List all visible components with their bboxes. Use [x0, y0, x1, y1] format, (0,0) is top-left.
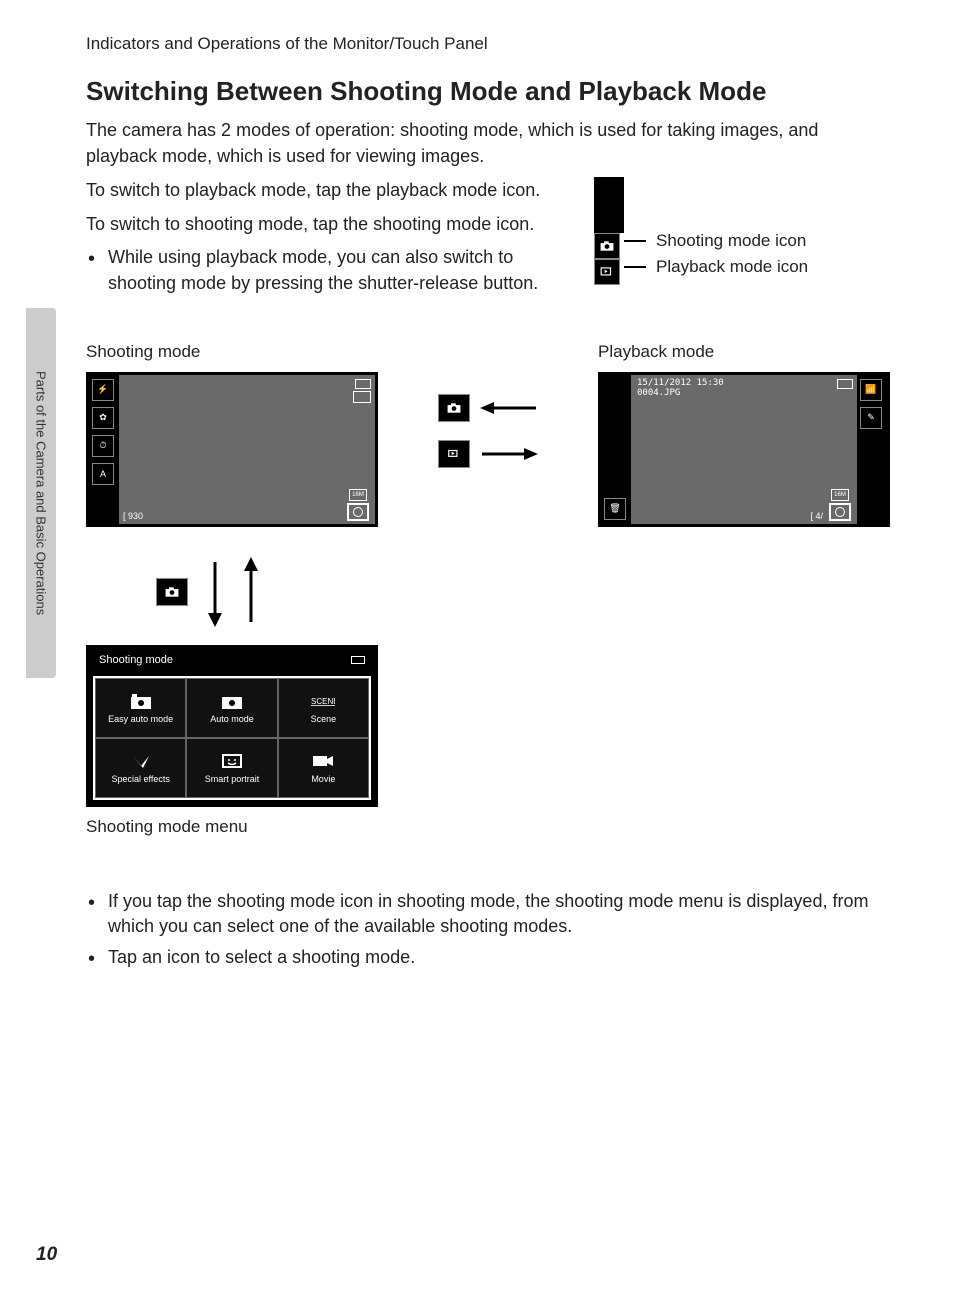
- shooting-mode-screen: ⚡ ✿ ⏱ A [ 930 16M: [86, 372, 378, 527]
- switch-playback-para: To switch to playback mode, tap the play…: [86, 177, 570, 203]
- memory-card-icon: [355, 379, 371, 389]
- legend-black-strip-top: [594, 177, 624, 233]
- shooting-mode-icon-small[interactable]: [156, 578, 188, 606]
- playback-screen-label: Playback mode: [598, 342, 714, 362]
- mode-icon-legend: Shooting mode icon Playback mode icon: [594, 177, 894, 285]
- intro-paragraph: The camera has 2 modes of operation: sho…: [86, 117, 894, 169]
- playback-left-toolbar: 🗑: [601, 375, 631, 524]
- note-tap-shooting-icon: If you tap the shooting mode icon in sho…: [108, 889, 894, 939]
- switch-shooting-para: To switch to shooting mode, tap the shoo…: [86, 211, 570, 237]
- shooting-viewfinder: [ 930 16M: [119, 375, 375, 524]
- timer-off-icon[interactable]: ⏱: [92, 435, 114, 457]
- menu-auto-label: Auto mode: [210, 714, 254, 724]
- menu-movie-label: Movie: [311, 774, 335, 784]
- macro-off-icon[interactable]: ✿: [92, 407, 114, 429]
- menu-smart-portrait-label: Smart portrait: [205, 774, 260, 784]
- menu-auto[interactable]: Auto mode: [186, 678, 277, 738]
- shooting-mode-toggle-icon[interactable]: [347, 503, 369, 521]
- menu-smart-portrait[interactable]: Smart portrait: [186, 738, 277, 798]
- menu-scene[interactable]: SCENE Scene: [278, 678, 369, 738]
- menu-movie[interactable]: Movie: [278, 738, 369, 798]
- resolution-chip: 16M: [349, 489, 367, 501]
- note-tap-select: Tap an icon to select a shooting mode.: [108, 945, 894, 970]
- shooting-icon-button[interactable]: [438, 394, 470, 422]
- playback-mode-screen: 🗑 15/11/2012 15:30 0004.JPG [ 4/ 16M: [598, 372, 890, 527]
- playback-mode-icon[interactable]: [594, 259, 620, 285]
- note-shutter-release: While using playback mode, you can also …: [108, 245, 570, 295]
- leader-line: [624, 240, 646, 242]
- menu-special-effects-label: Special effects: [111, 774, 169, 784]
- shooting-mode-menu: Shooting mode Easy auto mode Auto mode S…: [86, 645, 378, 807]
- arrow-left-icon: [480, 401, 538, 415]
- arrow-down-icon: [206, 557, 224, 627]
- side-chapter-label: Parts of the Camera and Basic Operations: [34, 371, 49, 615]
- playback-icon-button[interactable]: [438, 440, 470, 468]
- svg-text:SCENE: SCENE: [311, 697, 335, 706]
- shooting-mode-menu-caption: Shooting mode menu: [86, 817, 248, 837]
- arrow-up-icon: [242, 557, 260, 627]
- menu-battery-icon: [351, 656, 365, 664]
- menu-easy-auto[interactable]: Easy auto mode: [95, 678, 186, 738]
- section-title: Switching Between Shooting Mode and Play…: [86, 76, 894, 107]
- arrow-right-icon: [480, 447, 538, 461]
- playback-shooting-toggle-icon[interactable]: [829, 503, 851, 521]
- breadcrumb: Indicators and Operations of the Monitor…: [86, 34, 894, 54]
- legend-playback-label: Playback mode icon: [656, 257, 808, 277]
- side-chapter-tab: Parts of the Camera and Basic Operations: [26, 308, 56, 678]
- menu-easy-auto-label: Easy auto mode: [108, 714, 173, 724]
- menu-scene-label: Scene: [311, 714, 337, 724]
- legend-shooting-label: Shooting mode icon: [656, 231, 806, 251]
- delete-icon[interactable]: 🗑: [604, 498, 626, 520]
- memory-card-icon: [837, 379, 853, 389]
- leader-line: [624, 266, 646, 268]
- menu-special-effects[interactable]: Special effects: [95, 738, 186, 798]
- resolution-chip: 16M: [831, 489, 849, 501]
- shooting-left-toolbar: ⚡ ✿ ⏱ A: [89, 375, 119, 524]
- mode-switch-arrows: [438, 394, 538, 468]
- page-number: 10: [36, 1244, 57, 1266]
- shots-remaining: [ 930: [123, 511, 143, 521]
- menu-title: Shooting mode: [99, 654, 173, 666]
- retouch-icon[interactable]: ✎: [860, 407, 882, 429]
- frame-counter: [ 4/: [810, 511, 823, 521]
- shooting-screen-label: Shooting mode: [86, 342, 200, 362]
- playback-viewfinder: 15/11/2012 15:30 0004.JPG [ 4/ 16M: [631, 375, 857, 524]
- shooting-mode-icon[interactable]: [594, 233, 620, 259]
- battery-icon: [353, 391, 371, 403]
- playback-file-info: 15/11/2012 15:30 0004.JPG: [637, 379, 724, 399]
- wifi-off-icon[interactable]: 📶: [860, 379, 882, 401]
- flash-auto-icon[interactable]: ⚡: [92, 379, 114, 401]
- iso-auto-icon[interactable]: A: [92, 463, 114, 485]
- playback-right-toolbar: 📶 ✎: [857, 375, 887, 524]
